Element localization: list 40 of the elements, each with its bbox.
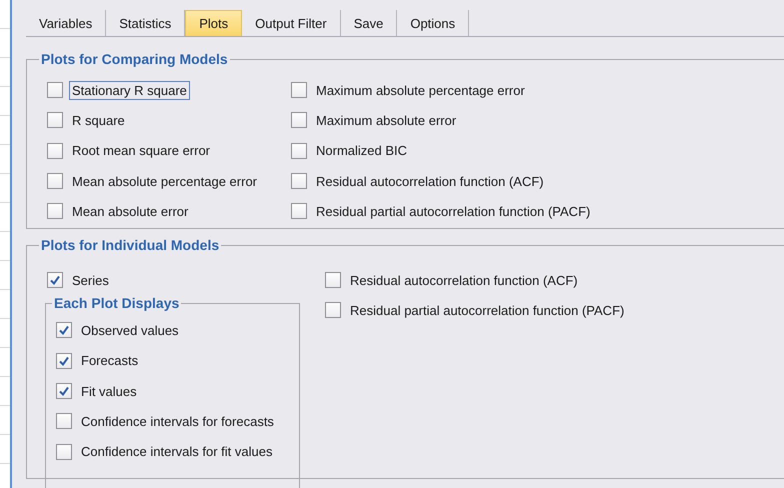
checkbox-label[interactable]: Mean absolute percentage error bbox=[69, 172, 260, 191]
checkbox-label[interactable]: Normalized BIC bbox=[313, 141, 410, 160]
group-title: Each Plot Displays bbox=[53, 295, 180, 312]
checkbox-label[interactable]: Residual autocorrelation function (ACF) bbox=[347, 270, 581, 290]
checkbox-label[interactable]: Maximum absolute error bbox=[313, 110, 460, 130]
checkbox[interactable] bbox=[291, 203, 307, 220]
checkbox-label[interactable]: Fit values bbox=[78, 382, 140, 401]
checkbox[interactable] bbox=[325, 272, 341, 288]
checkbox[interactable] bbox=[47, 112, 63, 128]
checkbox[interactable] bbox=[47, 203, 63, 220]
checkbox[interactable] bbox=[291, 173, 307, 190]
checkbox-label[interactable]: Residual autocorrelation function (ACF) bbox=[313, 172, 547, 191]
checkbox[interactable] bbox=[56, 383, 72, 400]
group-title: Plots for Individual Models bbox=[40, 237, 220, 253]
checkbox[interactable] bbox=[47, 272, 63, 288]
checkbox[interactable] bbox=[291, 142, 307, 159]
checkbox-label[interactable]: Series bbox=[69, 270, 112, 290]
checkbox-label[interactable]: Stationary R square bbox=[69, 80, 190, 100]
checkbox[interactable] bbox=[291, 82, 307, 98]
checkbox[interactable] bbox=[325, 302, 341, 318]
checkbox-label[interactable]: Confidence intervals for fit values bbox=[78, 442, 276, 462]
checkbox[interactable] bbox=[47, 142, 63, 159]
checkbox-label[interactable]: Observed values bbox=[78, 320, 182, 340]
checkbox-label[interactable]: R square bbox=[69, 110, 128, 130]
checkbox-label[interactable]: Confidence intervals for forecasts bbox=[78, 412, 277, 431]
tab[interactable]: Plots bbox=[185, 10, 242, 36]
checkbox[interactable] bbox=[56, 322, 72, 338]
group-title: Plots for Comparing Models bbox=[40, 51, 229, 67]
checkbox-label[interactable]: Mean absolute error bbox=[69, 202, 192, 221]
checkbox-label[interactable]: Maximum absolute percentage error bbox=[313, 80, 528, 100]
checkbox[interactable] bbox=[291, 112, 307, 128]
checkbox-label[interactable]: Forecasts bbox=[78, 351, 142, 370]
checkbox[interactable] bbox=[47, 82, 63, 98]
checkbox-label[interactable]: Residual partial autocorrelation function (PACF) bbox=[347, 300, 628, 320]
checkbox[interactable] bbox=[56, 444, 72, 460]
checkbox-label[interactable]: Root mean square error bbox=[69, 141, 214, 160]
checkbox[interactable] bbox=[56, 413, 72, 430]
checkbox[interactable] bbox=[47, 173, 63, 190]
checkbox-label[interactable]: Residual partial autocorrelation function (PACF) bbox=[313, 202, 594, 221]
checkbox[interactable] bbox=[56, 352, 72, 369]
